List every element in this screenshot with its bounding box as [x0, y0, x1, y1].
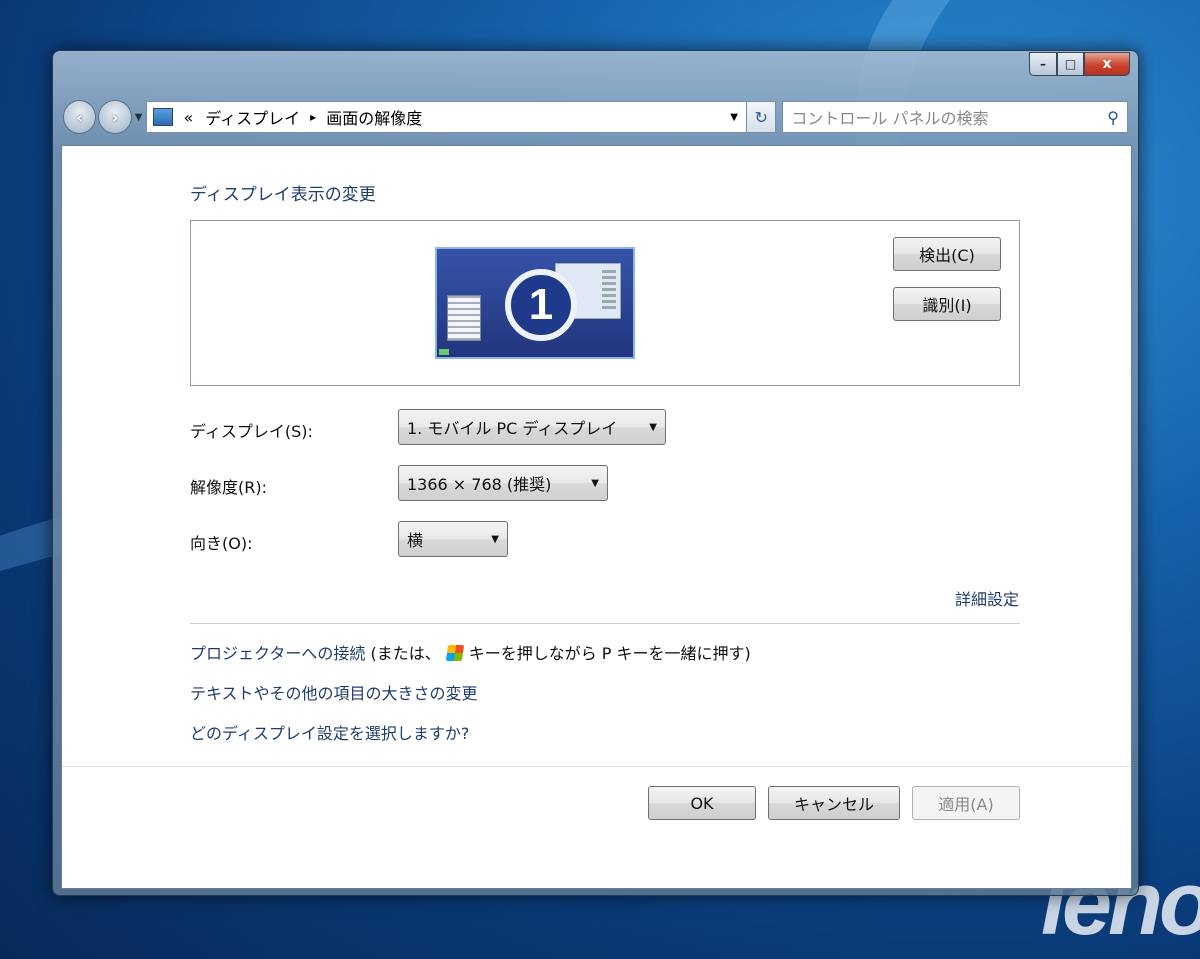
projector-link[interactable]: プロジェクターへの接続	[190, 644, 365, 663]
back-arrow-icon[interactable]: ‹	[63, 100, 97, 134]
display-label: ディスプレイ(S):	[190, 422, 313, 441]
projector-line: プロジェクターへの接続 (または、 キーを押しながら P キーを一緒に押す)	[190, 640, 751, 664]
breadcrumb-display[interactable]: ディスプレイ	[205, 105, 300, 129]
advanced-settings-link[interactable]: 詳細設定	[955, 586, 1019, 610]
monitor-window-thumbnail	[447, 295, 481, 341]
breadcrumb-separator-icon[interactable]: ▸	[310, 110, 316, 124]
resolution-label: 解像度(R):	[190, 478, 267, 497]
main-content: ディスプレイ表示の変更 1 検出(C) 識別(I) ディスプレイ(S): 1. …	[61, 145, 1132, 889]
orientation-select[interactable]: 横 ▼	[398, 521, 508, 557]
control-panel-icon	[153, 108, 174, 126]
cancel-button[interactable]: キャンセル	[768, 786, 900, 820]
windows-logo-icon	[445, 645, 464, 661]
projector-hint-after: キーを押しながら P キーを一緒に押す)	[468, 644, 751, 663]
which-display-link[interactable]: どのディスプレイ設定を選択しますか?	[190, 720, 469, 744]
search-icon[interactable]: ⚲	[1107, 108, 1119, 127]
monitor-number-badge: 1	[505, 269, 577, 341]
address-bar[interactable]: « ディスプレイ ▸ 画面の解像度 ▼	[146, 101, 747, 133]
caption-buttons: – □ x	[1029, 52, 1130, 80]
chevron-down-icon: ▼	[649, 421, 657, 433]
orientation-label: 向き(O):	[190, 534, 253, 553]
refresh-icon[interactable]: ↻	[746, 101, 777, 133]
search-placeholder: コントロール パネルの検索	[791, 109, 989, 128]
monitor-1-icon[interactable]: 1	[435, 247, 635, 359]
resolution-select[interactable]: 1366 × 768 (推奨) ▼	[398, 465, 608, 501]
control-panel-window: – □ x ‹ › ▼ « ディスプレイ ▸ 画面の解像度 ▼ ↻ コントロール…	[52, 50, 1139, 896]
navigation-bar: ‹ › ▼ « ディスプレイ ▸ 画面の解像度 ▼ ↻ コントロール パネルの検…	[63, 97, 1128, 137]
ok-button[interactable]: OK	[648, 786, 756, 820]
minimize-button[interactable]: –	[1029, 52, 1057, 76]
chevron-down-icon: ▼	[591, 477, 599, 489]
apply-button[interactable]: 適用(A)	[912, 786, 1020, 820]
display-select[interactable]: 1. モバイル PC ディスプレイ ▼	[398, 409, 666, 445]
search-input[interactable]: コントロール パネルの検索 ⚲	[782, 101, 1128, 133]
maximize-button[interactable]: □	[1057, 52, 1084, 76]
footer-divider	[62, 766, 1131, 767]
identify-button[interactable]: 識別(I)	[893, 287, 1001, 321]
text-size-link[interactable]: テキストやその他の項目の大きさの変更	[190, 680, 478, 704]
chevron-down-icon: ▼	[491, 533, 499, 545]
resolution-select-value: 1366 × 768 (推奨)	[407, 475, 552, 494]
orientation-select-value: 横	[407, 531, 424, 550]
display-select-value: 1. モバイル PC ディスプレイ	[407, 419, 618, 438]
projector-hint-before: (または、	[365, 644, 441, 663]
monitor-preview-area: 1 検出(C) 識別(I)	[190, 220, 1020, 386]
address-dropdown-icon[interactable]: ▼	[730, 112, 738, 123]
close-button[interactable]: x	[1084, 52, 1130, 76]
detect-button[interactable]: 検出(C)	[893, 237, 1001, 271]
monitor-taskbar	[439, 349, 449, 355]
page-title: ディスプレイ表示の変更	[190, 185, 376, 205]
breadcrumb-resolution[interactable]: 画面の解像度	[326, 105, 422, 129]
forward-arrow-icon[interactable]: ›	[98, 100, 132, 134]
divider	[190, 623, 1020, 624]
breadcrumb-prefix[interactable]: «	[183, 108, 193, 127]
recent-pages-dropdown-icon[interactable]: ▼	[135, 112, 143, 123]
